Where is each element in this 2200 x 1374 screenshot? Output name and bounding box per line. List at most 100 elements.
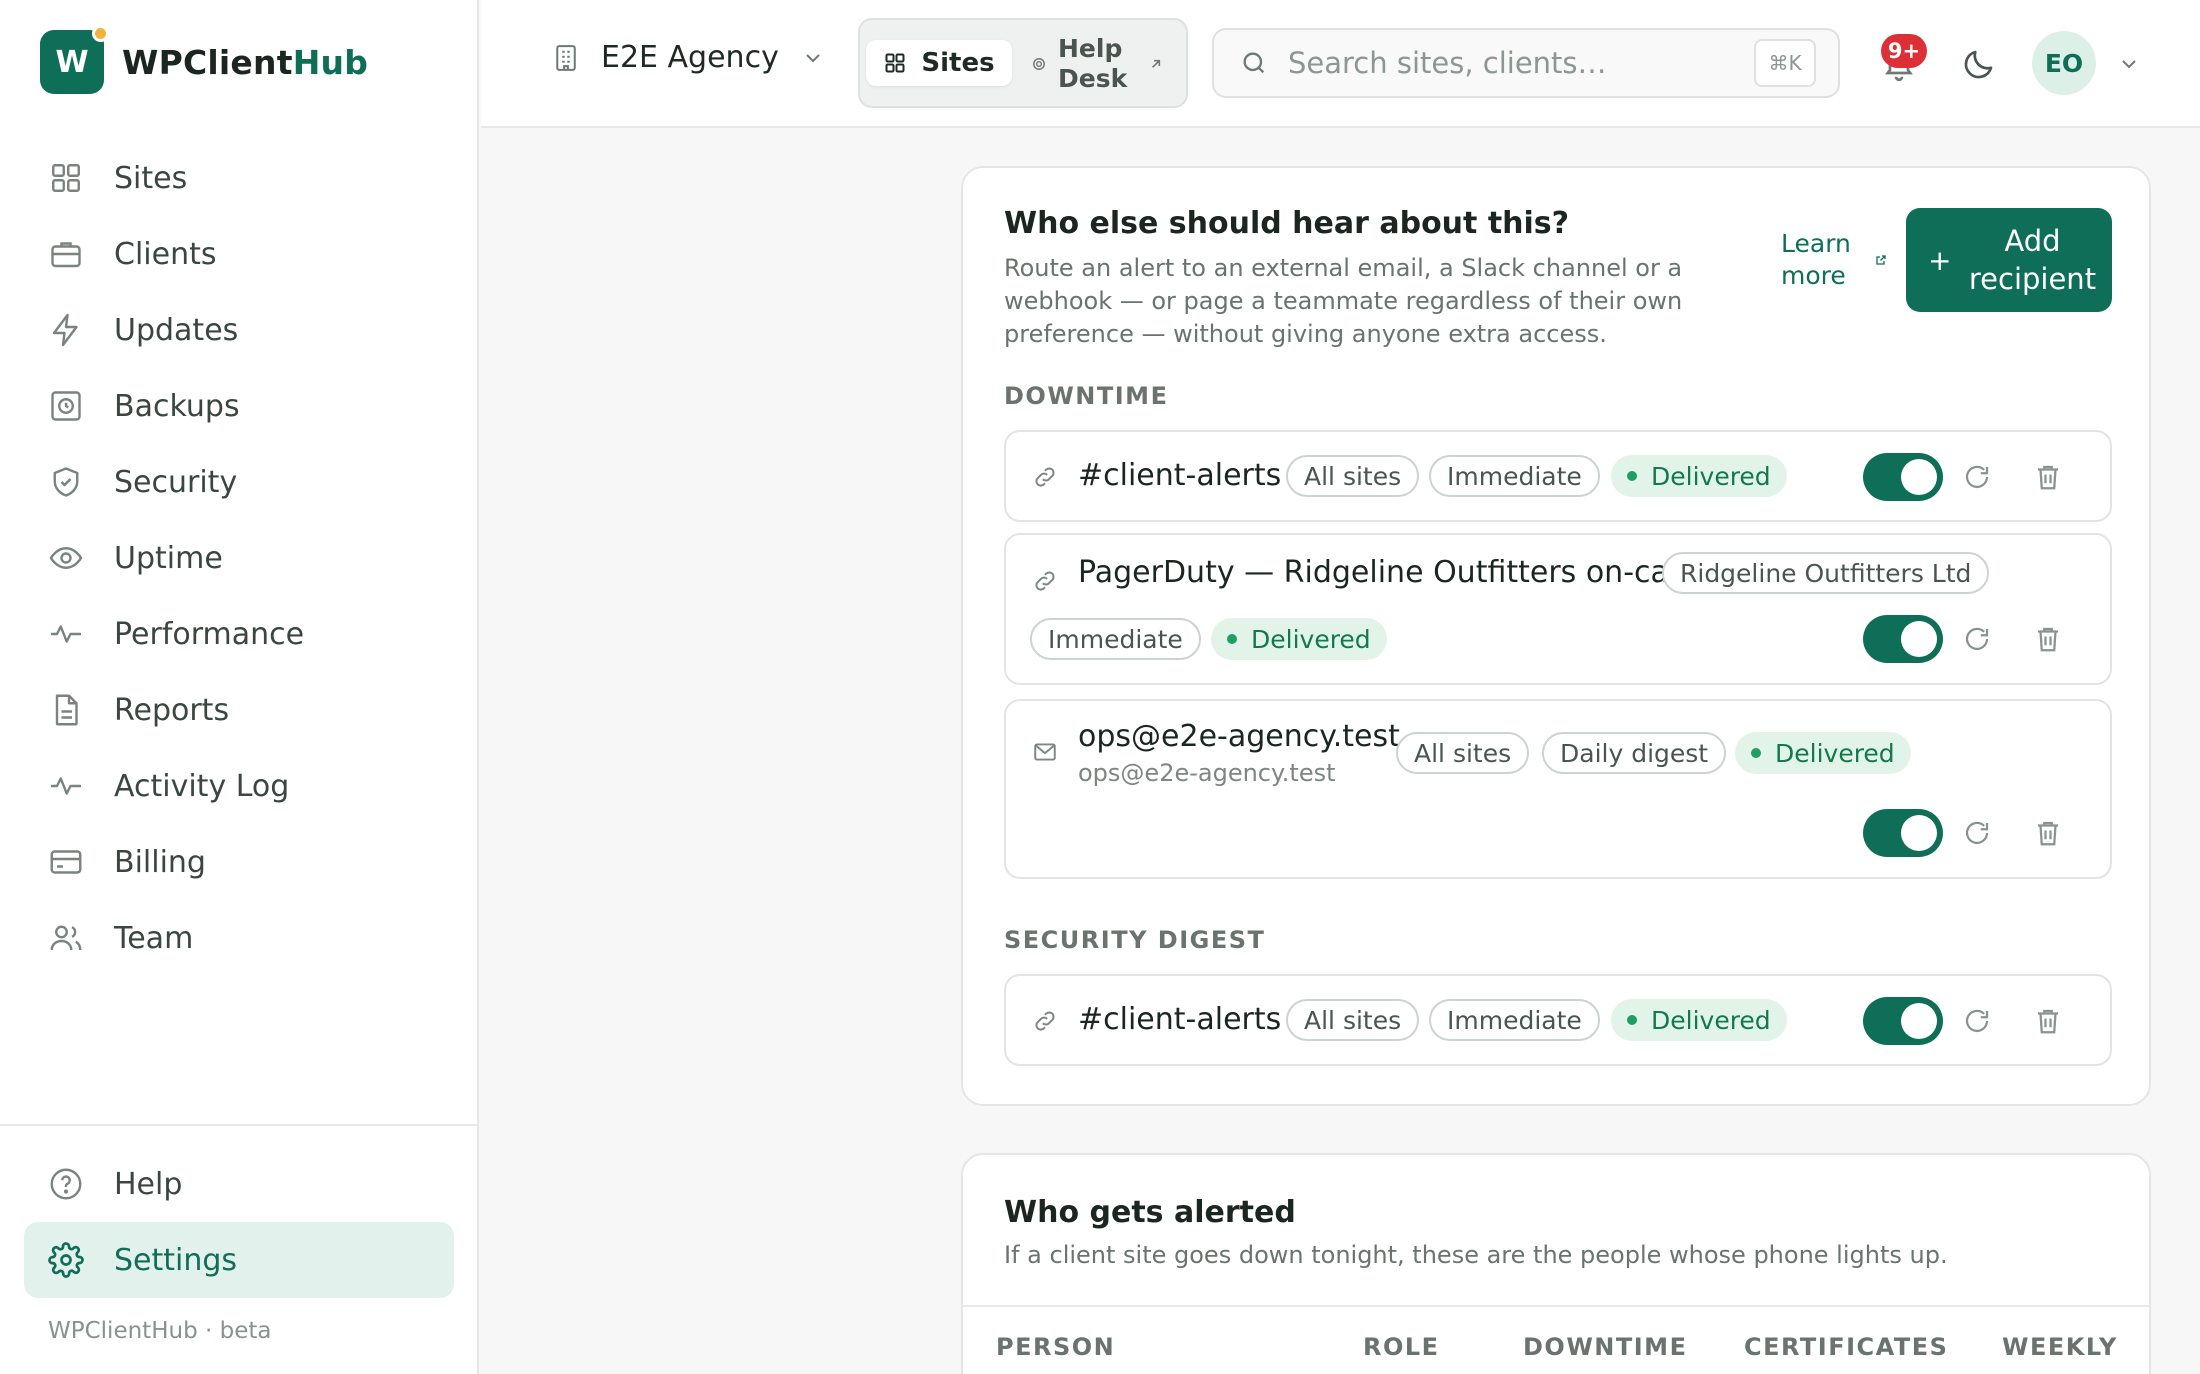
column-header-certificates: CERTIFICATES bbox=[1744, 1333, 1949, 1361]
enabled-toggle[interactable] bbox=[1863, 615, 1943, 663]
chevron-down-icon[interactable] bbox=[2117, 52, 2141, 76]
sidebar-item-settings[interactable]: Settings bbox=[24, 1222, 454, 1298]
sidebar-item-label: Updates bbox=[114, 312, 239, 348]
sidebar-item-label: Billing bbox=[114, 844, 206, 880]
toggle-knob bbox=[1901, 459, 1937, 495]
sidebar-item-reports[interactable]: Reports bbox=[24, 672, 454, 748]
status-badge: Delivered bbox=[1611, 455, 1787, 497]
logo-dot bbox=[92, 25, 109, 42]
refresh-icon[interactable] bbox=[1962, 818, 1992, 848]
sidebar-item-team[interactable]: Team bbox=[24, 900, 454, 976]
sidebar-item-backups[interactable]: Backups bbox=[24, 368, 454, 444]
recipient-name: ops@e2e-agency.test bbox=[1078, 719, 1400, 754]
search-icon bbox=[1243, 52, 1265, 74]
status-badge: Delivered bbox=[1611, 999, 1787, 1041]
learn-more-link[interactable]: Learn more bbox=[1781, 228, 1887, 292]
sidebar-item-clients[interactable]: Clients bbox=[24, 216, 454, 292]
status-label: Delivered bbox=[1775, 738, 1895, 768]
sidebar-item-uptime[interactable]: Uptime bbox=[24, 520, 454, 596]
column-header-weekly: WEEKLY bbox=[2002, 1333, 2118, 1361]
status-badge: Delivered bbox=[1211, 618, 1387, 660]
status-label: Delivered bbox=[1651, 1005, 1771, 1035]
sidebar-nav: Sites Clients Updates Backups Security U… bbox=[24, 140, 454, 976]
status-dot bbox=[1227, 634, 1237, 644]
status-dot bbox=[1751, 748, 1761, 758]
agency-name: E2E Agency bbox=[601, 40, 779, 75]
brand-name-part2: Hub bbox=[292, 42, 369, 82]
notification-badge: 9+ bbox=[1881, 34, 1927, 68]
sidebar-item-performance[interactable]: Performance bbox=[24, 596, 454, 672]
eye-icon bbox=[49, 547, 83, 569]
frequency-tag: Immediate bbox=[1429, 455, 1600, 497]
grid-icon bbox=[885, 53, 905, 73]
tab-sites-label: Sites bbox=[921, 48, 995, 78]
plus-icon: + bbox=[1928, 243, 1952, 277]
toggle-knob bbox=[1901, 1003, 1937, 1039]
status-badge: Delivered bbox=[1735, 732, 1911, 774]
chevron-down-icon bbox=[806, 53, 820, 62]
refresh-icon[interactable] bbox=[1962, 624, 1992, 654]
sidebar-item-label: Security bbox=[114, 464, 238, 500]
add-recipient-button[interactable]: + Add recipient bbox=[1906, 208, 2112, 312]
card-title: Who gets alerted bbox=[1004, 1195, 1296, 1230]
app-switcher: Sites Help Desk bbox=[858, 18, 1188, 108]
sidebar-item-help[interactable]: Help bbox=[24, 1146, 454, 1222]
add-recipient-label: Add recipient bbox=[1968, 224, 2097, 296]
sidebar-item-activity-log[interactable]: Activity Log bbox=[24, 748, 454, 824]
shield-icon bbox=[53, 467, 79, 497]
recipient-address: ops@e2e-agency.test bbox=[1078, 759, 1336, 787]
link-icon bbox=[1035, 467, 1055, 487]
topbar: E2E Agency Sites Help Desk ⌘K 9+ EO bbox=[481, 0, 2200, 128]
search-input[interactable] bbox=[1288, 46, 1728, 80]
refresh-icon[interactable] bbox=[1962, 462, 1992, 492]
brand-name: WPClientHub bbox=[122, 43, 368, 82]
enabled-toggle[interactable] bbox=[1863, 997, 1943, 1045]
trash-icon[interactable] bbox=[2033, 1006, 2063, 1036]
sidebar-item-label: Clients bbox=[114, 236, 217, 272]
sidebar-bottom-nav: Help Settings bbox=[24, 1146, 454, 1298]
table-divider bbox=[963, 1305, 2149, 1307]
status-label: Delivered bbox=[1651, 461, 1771, 491]
sidebar-item-sites[interactable]: Sites bbox=[24, 140, 454, 216]
card-title: Who else should hear about this? bbox=[1004, 206, 1570, 241]
lifebuoy-icon bbox=[1033, 58, 1045, 70]
tab-help-desk[interactable]: Help Desk bbox=[1032, 26, 1182, 102]
frequency-tag: Daily digest bbox=[1542, 732, 1727, 774]
recipient-row: PagerDuty — Ridgeline Outfitters on-call… bbox=[1004, 533, 2112, 685]
enabled-toggle[interactable] bbox=[1863, 809, 1943, 857]
trash-icon[interactable] bbox=[2033, 818, 2063, 848]
agency-switcher[interactable]: E2E Agency bbox=[551, 40, 825, 75]
brand-logo[interactable]: W WPClientHub bbox=[40, 25, 368, 94]
users-icon bbox=[50, 925, 82, 951]
status-dot bbox=[1627, 1015, 1637, 1025]
external-link-icon bbox=[1152, 59, 1161, 68]
sidebar-item-updates[interactable]: Updates bbox=[24, 292, 454, 368]
trash-icon[interactable] bbox=[2033, 624, 2063, 654]
sidebar-item-security[interactable]: Security bbox=[24, 444, 454, 520]
sidebar-item-label: Reports bbox=[114, 692, 230, 728]
trash-icon[interactable] bbox=[2033, 462, 2063, 492]
card-description: If a client site goes down tonight, thes… bbox=[1004, 1241, 1948, 1269]
section-heading-security-digest: SECURITY DIGEST bbox=[1004, 926, 1266, 954]
building-icon bbox=[556, 44, 576, 71]
scope-tag: All sites bbox=[1286, 999, 1420, 1041]
recipient-name: PagerDuty — Ridgeline Outfitters on-call bbox=[1078, 555, 1686, 590]
sidebar-item-billing[interactable]: Billing bbox=[24, 824, 454, 900]
scope-tag: All sites bbox=[1396, 732, 1530, 774]
column-header-role: ROLE bbox=[1363, 1333, 1440, 1361]
tab-help-desk-label: Help Desk bbox=[1058, 34, 1128, 93]
brand-name-part1: WPClient bbox=[122, 42, 293, 82]
avatar[interactable]: EO bbox=[2032, 31, 2096, 95]
sidebar-item-label: Help bbox=[114, 1166, 183, 1202]
status-dot bbox=[1627, 471, 1637, 481]
status-label: Delivered bbox=[1251, 624, 1371, 654]
enabled-toggle[interactable] bbox=[1863, 453, 1943, 501]
backup-icon bbox=[51, 391, 81, 421]
link-icon bbox=[1035, 571, 1055, 591]
sidebar-item-label: Settings bbox=[114, 1242, 238, 1278]
tab-sites[interactable]: Sites bbox=[866, 40, 1012, 86]
refresh-icon[interactable] bbox=[1962, 1006, 1992, 1036]
moon-icon[interactable] bbox=[1961, 46, 1997, 82]
sidebar: W WPClientHub Sites Clients Updates Back… bbox=[0, 0, 479, 1374]
sidebar-divider bbox=[0, 1124, 477, 1126]
